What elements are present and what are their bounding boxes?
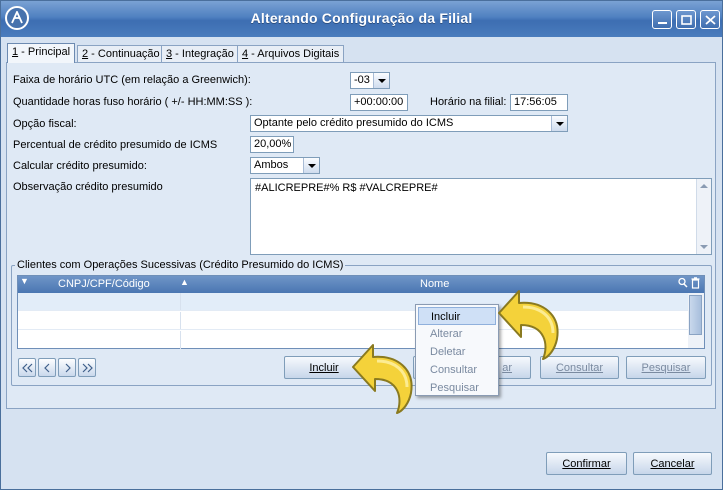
- curved-arrow-pointer-icon: [498, 290, 559, 360]
- chevron-down-icon[interactable]: [373, 73, 389, 88]
- grid-indicator-icon: ▼: [20, 276, 29, 286]
- fuso-label: Quantidade horas fuso horário ( +/- HH:M…: [13, 96, 253, 108]
- prev-record-icon: [44, 363, 50, 373]
- maximize-button[interactable]: [676, 10, 696, 29]
- chevron-down-icon[interactable]: [303, 158, 319, 173]
- horario-input[interactable]: 17:56:05: [510, 94, 568, 111]
- confirmar-button[interactable]: Confirmar: [546, 452, 627, 475]
- calcular-label: Calcular crédito presumido:: [13, 160, 147, 172]
- context-item-pesquisar[interactable]: Pesquisar: [418, 379, 496, 397]
- close-button[interactable]: [700, 10, 720, 29]
- minimize-button[interactable]: [652, 10, 672, 29]
- scroll-down-icon[interactable]: [697, 240, 711, 254]
- first-record-button[interactable]: [18, 358, 36, 377]
- scroll-up-icon[interactable]: [697, 179, 711, 193]
- grid-scrollbar[interactable]: [688, 293, 704, 348]
- first-record-icon: [22, 363, 33, 373]
- tab-continuacao[interactable]: 2 - Continuação: [77, 45, 165, 63]
- last-record-button[interactable]: [78, 358, 96, 377]
- grid-delete-icon[interactable]: [691, 277, 700, 292]
- tab-principal[interactable]: 1 - Principal: [7, 43, 76, 63]
- fuso-input[interactable]: +00:00:00: [350, 94, 408, 111]
- context-item-deletar[interactable]: Deletar: [418, 343, 496, 361]
- close-icon: [705, 15, 716, 25]
- last-record-icon: [82, 363, 93, 373]
- chevron-down-icon[interactable]: [551, 116, 567, 131]
- percentual-label: Percentual de crédito presumido de ICMS: [13, 139, 218, 151]
- maximize-icon: [681, 15, 692, 25]
- calcular-select[interactable]: Ambos: [250, 157, 320, 174]
- grid-search-icon[interactable]: [678, 277, 688, 292]
- title-bar[interactable]: Alterando Configuração da Filial: [1, 1, 722, 37]
- opcao-fiscal-label: Opção fiscal:: [13, 118, 77, 130]
- context-item-consultar[interactable]: Consultar: [418, 361, 496, 379]
- next-record-icon: [65, 363, 71, 373]
- horario-label: Horário na filial:: [430, 96, 507, 108]
- clientes-group-title: Clientes com Operações Sucessivas (Crédi…: [15, 259, 346, 271]
- opcao-fiscal-select[interactable]: Optante pelo crédito presumido do ICMS: [250, 115, 568, 132]
- curved-arrow-pointer-icon: [352, 344, 413, 414]
- grid-header: ▼ CNPJ/CPF/Código ▲ Nome: [18, 276, 704, 293]
- pesquisar-button[interactable]: Pesquisar: [626, 356, 706, 379]
- col-cnpj-header[interactable]: CNPJ/CPF/Código: [58, 278, 150, 290]
- context-menu: Incluir Alterar Deletar Consultar Pesqui…: [415, 304, 499, 396]
- utc-select[interactable]: -03: [350, 72, 390, 89]
- sort-asc-icon[interactable]: ▲: [180, 277, 189, 287]
- percentual-input[interactable]: 20,00%: [250, 136, 294, 153]
- prev-record-button[interactable]: [38, 358, 56, 377]
- minimize-icon: [658, 22, 667, 24]
- grid-scroll-thumb[interactable]: [689, 295, 702, 335]
- observacao-scrollbar[interactable]: [696, 179, 711, 254]
- table-row[interactable]: [18, 312, 688, 330]
- tab-integracao[interactable]: 3 - Integração: [161, 45, 239, 63]
- context-item-incluir[interactable]: Incluir: [418, 307, 496, 325]
- observacao-text: #ALICREPRE#% R$ #VALCREPRE#: [255, 182, 438, 194]
- tab-arquivos-digitais[interactable]: 4 - Arquivos Digitais: [237, 45, 345, 63]
- table-row[interactable]: [18, 293, 688, 311]
- next-record-button[interactable]: [58, 358, 76, 377]
- cancelar-button[interactable]: Cancelar: [633, 452, 712, 475]
- observacao-textarea[interactable]: #ALICREPRE#% R$ #VALCREPRE#: [250, 178, 712, 255]
- utc-label: Faixa de horário UTC (em relação a Green…: [13, 74, 251, 86]
- window-title: Alterando Configuração da Filial: [250, 10, 473, 26]
- dialog-window: Alterando Configuração da Filial 1 - Pri…: [0, 0, 723, 490]
- col-nome-header[interactable]: Nome: [420, 278, 449, 290]
- observacao-label: Observação crédito presumido: [13, 181, 163, 193]
- context-item-alterar[interactable]: Alterar: [418, 325, 496, 343]
